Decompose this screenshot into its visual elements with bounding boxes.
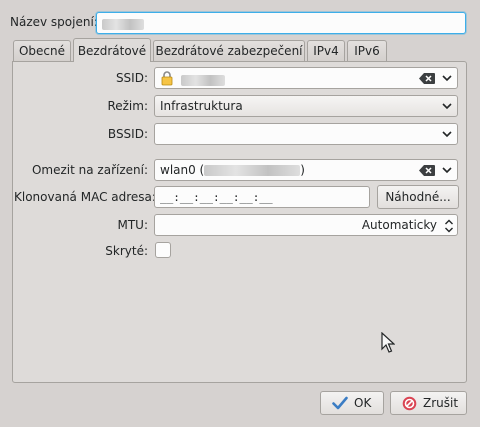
chevron-down-icon [442,103,452,110]
redacted-mac [204,165,301,176]
spin-arrows-icon[interactable] [444,218,454,234]
hidden-label: Skryté: [105,244,148,258]
tab-ipv6[interactable]: IPv6 [347,40,387,62]
bssid-label: BSSID: [107,127,148,141]
checkmark-icon [332,396,348,410]
tab-wireless-security[interactable]: Bezdrátové zabezpečení [153,40,305,62]
cancel-button[interactable]: Zrušit [390,391,467,415]
lock-icon [161,71,173,86]
chevron-down-icon[interactable] [441,128,453,140]
mouse-cursor-icon [381,332,395,353]
cloned-mac-input[interactable]: __:__:__:__:__:__ [154,186,370,208]
clear-text-icon[interactable] [419,73,435,84]
device-value-suffix: ) [300,163,305,177]
device-value-prefix: wlan0 ( [160,163,205,177]
cancel-label: Zrušit [423,396,459,410]
redacted-ssid [181,75,225,86]
chevron-down-icon[interactable] [441,164,453,176]
mtu-value: Automaticky [361,218,437,232]
clear-text-icon[interactable] [419,165,435,176]
ok-label: OK [354,396,372,410]
cloned-mac-value: __:__:__:__:__:__ [160,191,273,204]
restrict-device-combobox[interactable]: wlan0 () [154,159,458,181]
bssid-combobox[interactable] [154,123,458,145]
restrict-device-label: Omezit na zařízení: [31,163,148,177]
mode-select[interactable]: Infrastruktura [154,95,458,117]
mtu-spinbox[interactable]: Automaticky [154,214,458,236]
mtu-label: MTU: [117,218,148,232]
connection-name-label: Název spojení: [10,15,98,29]
ssid-label: SSID: [115,71,148,85]
tab-wireless[interactable]: Bezdrátové [73,38,151,62]
hidden-checkbox[interactable] [155,242,171,258]
ssid-combobox[interactable] [154,67,458,89]
connection-name-input[interactable] [96,12,466,34]
redacted-text [102,19,144,30]
tab-general[interactable]: Obecné [13,40,71,62]
cancel-icon [402,396,417,411]
ok-button[interactable]: OK [320,391,384,415]
tab-ipv4[interactable]: IPv4 [307,40,345,62]
chevron-down-icon[interactable] [441,72,453,84]
cloned-mac-label: Klonovaná MAC adresa: [14,190,156,204]
mode-value: Infrastruktura [160,99,243,113]
mode-label: Režim: [107,99,148,113]
random-mac-button[interactable]: Náhodné... [377,185,459,209]
